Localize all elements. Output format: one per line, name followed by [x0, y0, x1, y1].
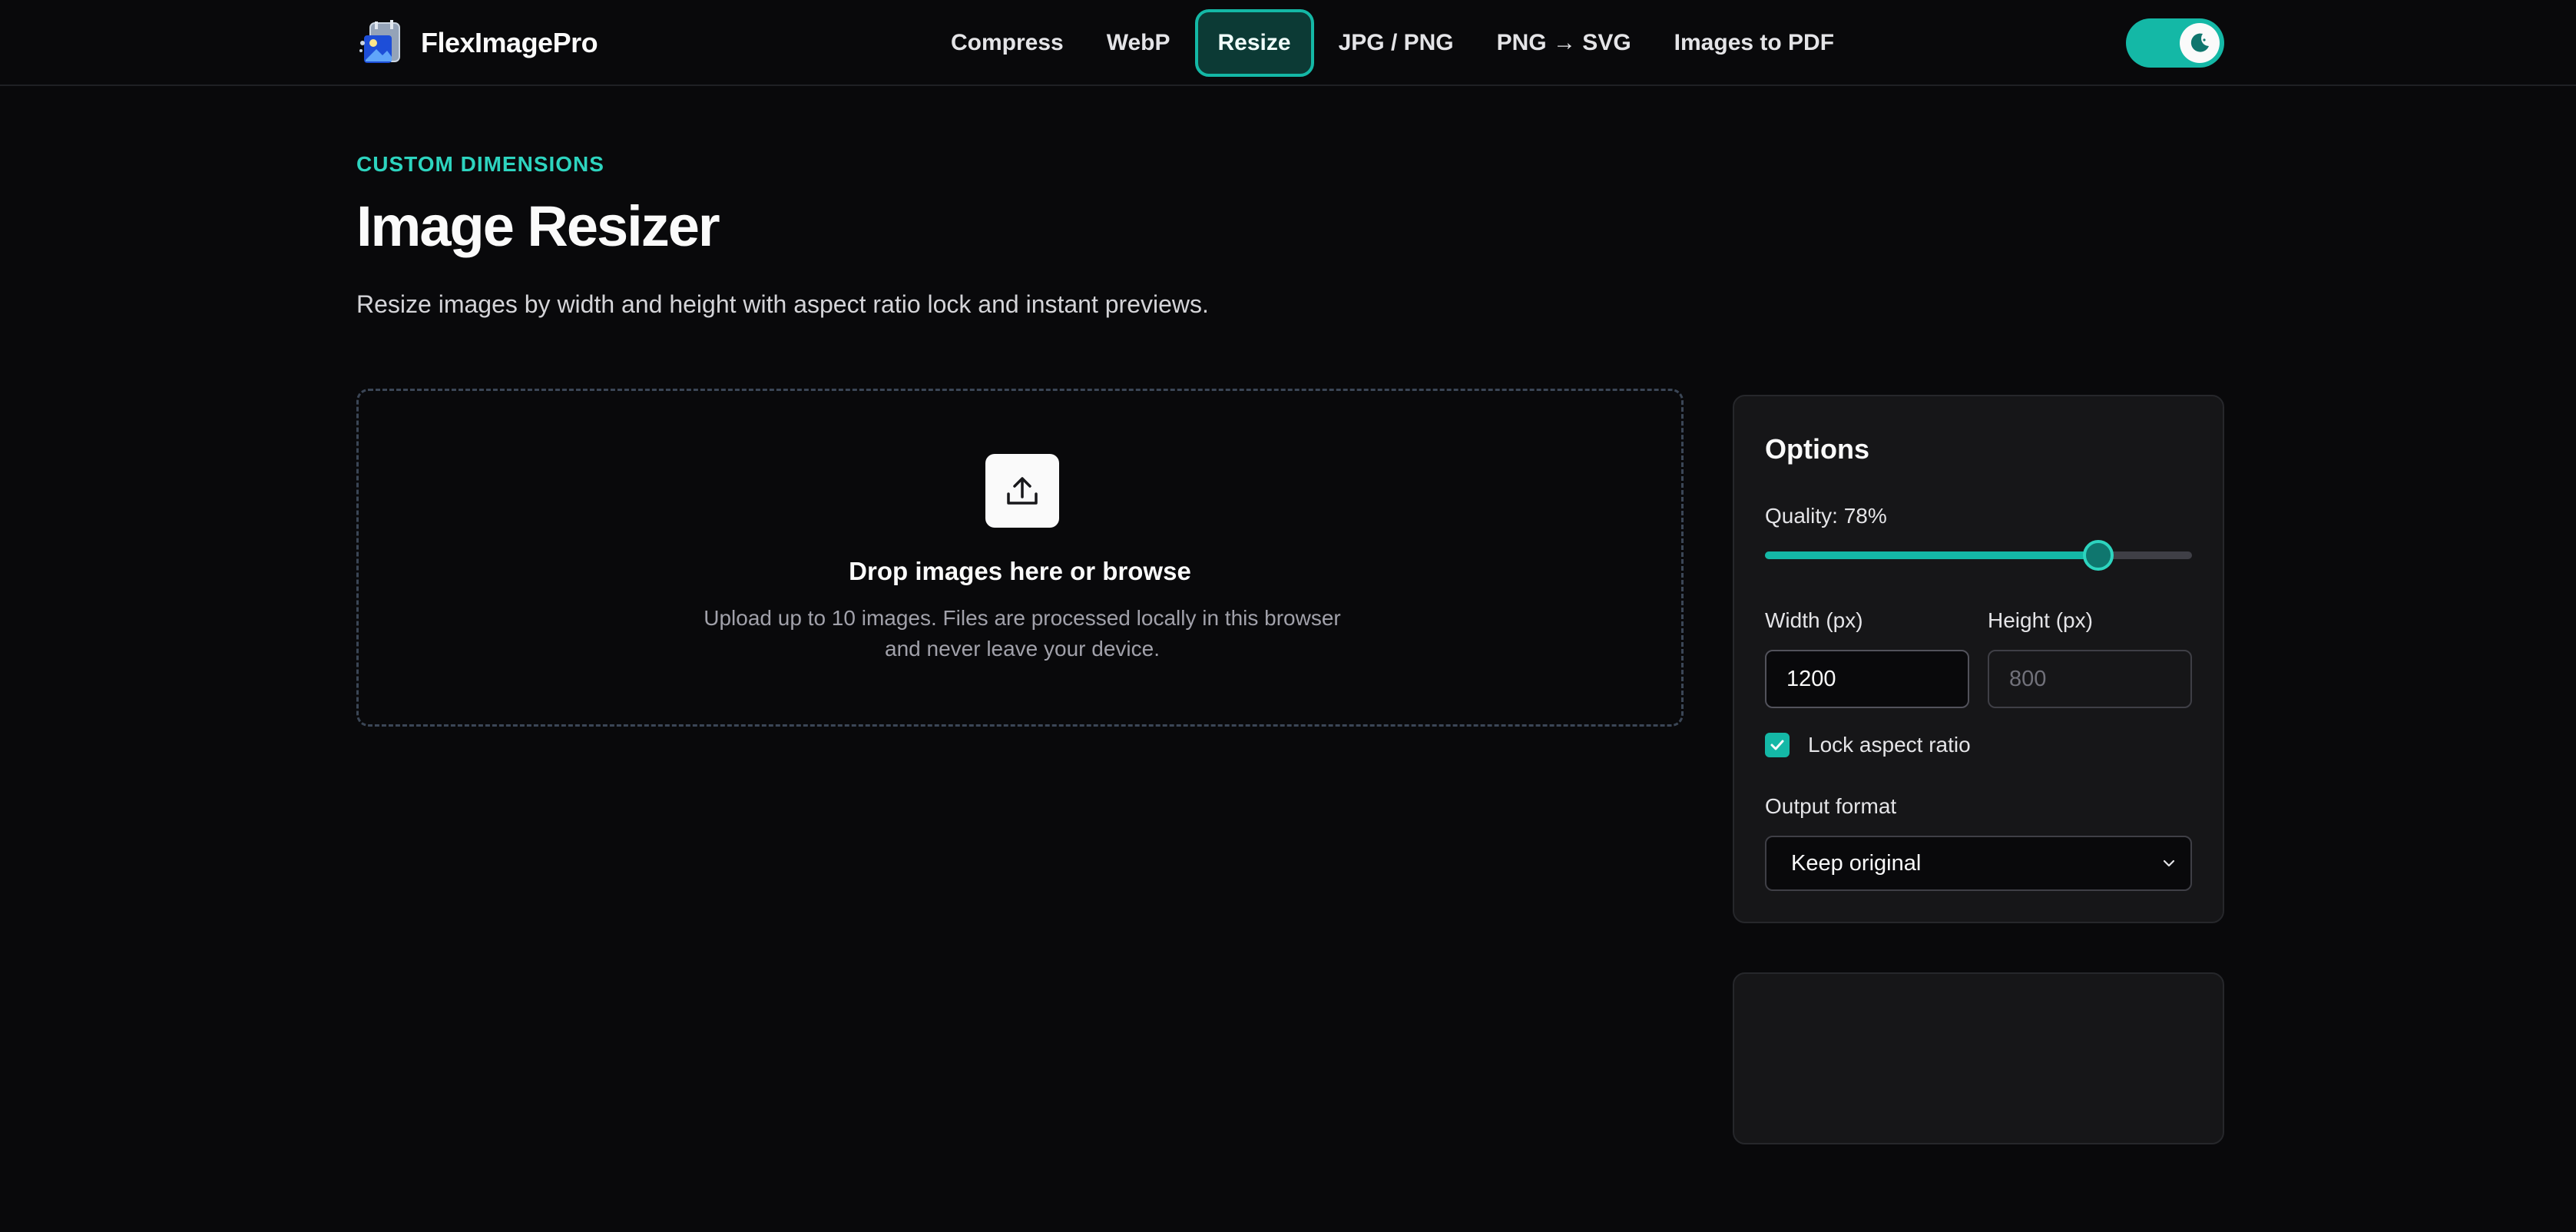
- dropzone-title: Drop images here or browse: [849, 557, 1191, 585]
- nav-resize[interactable]: Resize: [1194, 9, 1314, 77]
- top-header: FlexImagePro Compress WebP Resize JPG / …: [0, 0, 2576, 86]
- nav-compress[interactable]: Compress: [929, 9, 1085, 77]
- upload-dropzone[interactable]: Drop images here or browse Upload up to …: [356, 389, 1684, 727]
- quality-slider-fill: [1765, 551, 2098, 559]
- nav-webp[interactable]: WebP: [1085, 9, 1192, 77]
- moon-icon: [2190, 33, 2209, 52]
- dropzone-subtitle: Upload up to 10 images. Files are proces…: [704, 606, 1341, 661]
- toggle-knob: [2180, 23, 2220, 63]
- quality-slider[interactable]: [1765, 540, 2192, 571]
- main-nav: Compress WebP Resize JPG / PNG PNG → SVG…: [929, 9, 1856, 77]
- page-eyebrow: CUSTOM DIMENSIONS: [356, 152, 604, 176]
- options-title: Options: [1765, 433, 1869, 465]
- output-format-label: Output format: [1765, 794, 1897, 818]
- lock-aspect-label[interactable]: Lock aspect ratio: [1808, 733, 1971, 757]
- options-panel: Options Quality: 78% Width (px) Height (…: [1733, 395, 2224, 923]
- theme-toggle[interactable]: [2126, 18, 2224, 68]
- preview-panel: [1733, 972, 2224, 1144]
- output-format-value: Keep original: [1791, 851, 1922, 876]
- nav-images-to-pdf[interactable]: Images to PDF: [1653, 9, 1856, 77]
- brand[interactable]: FlexImagePro: [356, 17, 598, 69]
- width-label: Width (px): [1765, 608, 1863, 632]
- nav-png-svg[interactable]: PNG → SVG: [1475, 9, 1653, 77]
- chevron-down-icon: [2163, 859, 2175, 867]
- height-input[interactable]: [1988, 650, 2192, 708]
- upload-button[interactable]: [985, 454, 1059, 528]
- width-input[interactable]: [1765, 650, 1969, 708]
- quality-label: Quality: 78%: [1765, 504, 1887, 528]
- quality-slider-thumb[interactable]: [2083, 540, 2114, 571]
- nav-jpg-png[interactable]: JPG / PNG: [1317, 9, 1475, 77]
- brand-name: FlexImagePro: [421, 27, 598, 58]
- upload-icon: [1007, 477, 1038, 505]
- height-label: Height (px): [1988, 608, 2093, 632]
- checkmark-icon: [1770, 740, 1784, 750]
- brand-logo-icon: [359, 20, 400, 63]
- output-format-select[interactable]: Keep original: [1765, 836, 2192, 891]
- page-title: Image Resizer: [356, 194, 720, 258]
- lock-aspect-checkbox[interactable]: [1765, 733, 1790, 757]
- page-description: Resize images by width and height with a…: [356, 290, 1209, 318]
